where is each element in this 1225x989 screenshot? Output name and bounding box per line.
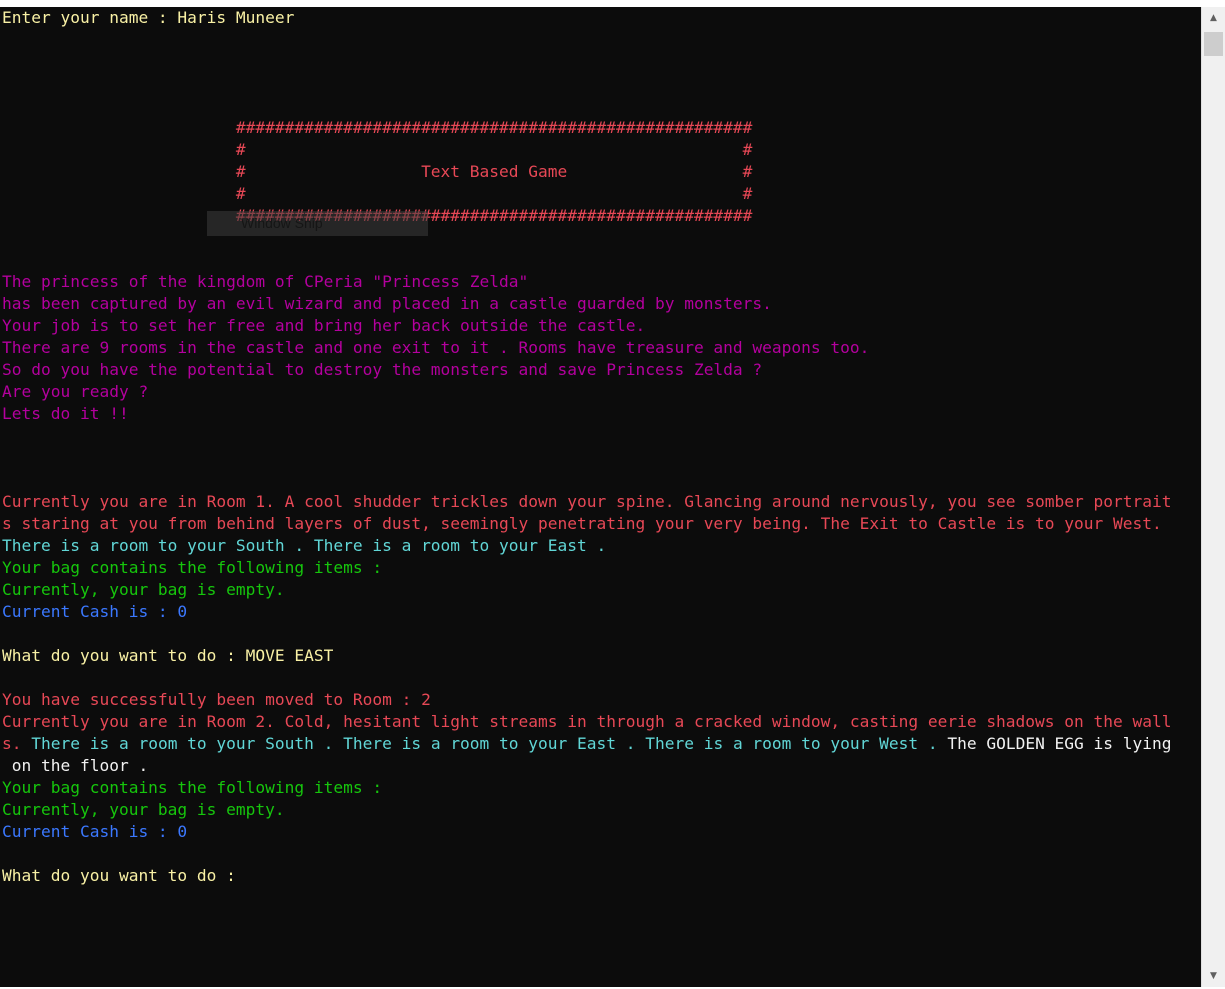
console-line: # #	[2, 183, 1201, 205]
console-text: So do you have the potential to destroy …	[2, 360, 763, 379]
console-text: What do you want to do :	[2, 866, 246, 885]
console-text: Your bag contains the following items :	[2, 778, 383, 797]
console-text: There is a room to your South . There is…	[2, 536, 607, 555]
console-line: ########################################…	[2, 117, 1201, 139]
console-text: Current Cash is : 0	[2, 822, 188, 841]
console-text: Enter your name : Haris Muneer	[2, 8, 295, 27]
console-line: Enter your name : Haris Muneer	[2, 7, 1201, 29]
console-text: Your job is to set her free and bring he…	[2, 316, 646, 335]
scroll-down-arrow-icon[interactable]: ▼	[1202, 965, 1225, 987]
console-line: has been captured by an evil wizard and …	[2, 293, 1201, 315]
console-text: Are you ready ?	[2, 382, 149, 401]
console-text: Current Cash is : 0	[2, 602, 188, 621]
console-line: Lets do it !!	[2, 403, 1201, 425]
console-line: Currently, your bag is empty.	[2, 799, 1201, 821]
console-line: Your bag contains the following items :	[2, 777, 1201, 799]
console-text: Currently, your bag is empty.	[2, 800, 285, 819]
console-line: # Text Based Game #	[2, 161, 1201, 183]
console-line: Currently, your bag is empty.	[2, 579, 1201, 601]
console-line: s staring at you from behind layers of d…	[2, 513, 1201, 535]
console-output[interactable]: Enter your name : Haris Muneer #########…	[0, 7, 1201, 987]
console-line: What do you want to do :	[2, 865, 1201, 887]
console-line: There is a room to your South . There is…	[2, 535, 1201, 557]
console-text: # #	[2, 184, 753, 203]
console-text: s.	[2, 734, 32, 753]
console-line: You have successfully been moved to Room…	[2, 689, 1201, 711]
window-snip-tooltip: Window Snip	[207, 211, 428, 236]
console-line: Currently you are in Room 1. A cool shud…	[2, 491, 1201, 513]
console-text: on the floor .	[2, 756, 149, 775]
console-line: # #	[2, 139, 1201, 161]
window-snip-label: Window Snip	[241, 215, 323, 231]
console-text: s staring at you from behind layers of d…	[2, 514, 1162, 533]
console-line: on the floor .	[2, 755, 1201, 777]
console-text: Lets do it !!	[2, 404, 129, 423]
console-text: You have successfully been moved to Room…	[2, 690, 431, 709]
console-line: Current Cash is : 0	[2, 601, 1201, 623]
console-line: What do you want to do : MOVE EAST	[2, 645, 1201, 667]
console-text: The GOLDEN EGG is lying	[947, 734, 1172, 753]
console-text: There are 9 rooms in the castle and one …	[2, 338, 870, 357]
console-line: So do you have the potential to destroy …	[2, 359, 1201, 381]
console-text: Currently you are in Room 1. A cool shud…	[2, 492, 1172, 511]
console-line: The princess of the kingdom of CPeria "P…	[2, 271, 1201, 293]
scroll-up-arrow-icon[interactable]: ▲	[1202, 7, 1225, 29]
console-text: Your bag contains the following items :	[2, 558, 383, 577]
window-top-edge	[0, 0, 1225, 7]
console-text: The princess of the kingdom of CPeria "P…	[2, 272, 529, 291]
console-text: ########################################…	[2, 118, 753, 137]
console-line: Current Cash is : 0	[2, 821, 1201, 843]
console-line: s. There is a room to your South . There…	[2, 733, 1201, 755]
console-lines: Enter your name : Haris Muneer #########…	[2, 7, 1201, 887]
console-text: # Text Based Game #	[2, 162, 753, 181]
console-text: # #	[2, 140, 753, 159]
console-text: What do you want to do : MOVE EAST	[2, 646, 334, 665]
console-line: ########################################…	[2, 205, 1201, 227]
console-line: Your bag contains the following items :	[2, 557, 1201, 579]
vertical-scrollbar[interactable]: ▲ ▼	[1201, 7, 1225, 987]
console-line: Your job is to set her free and bring he…	[2, 315, 1201, 337]
console-text: Currently you are in Room 2. Cold, hesit…	[2, 712, 1172, 731]
console-text: There is a room to your South . There is…	[31, 734, 948, 753]
scroll-thumb[interactable]	[1204, 32, 1223, 56]
console-line: Are you ready ?	[2, 381, 1201, 403]
console-text: Currently, your bag is empty.	[2, 580, 285, 599]
console-line: Currently you are in Room 2. Cold, hesit…	[2, 711, 1201, 733]
console-text: has been captured by an evil wizard and …	[2, 294, 772, 313]
console-line: There are 9 rooms in the castle and one …	[2, 337, 1201, 359]
